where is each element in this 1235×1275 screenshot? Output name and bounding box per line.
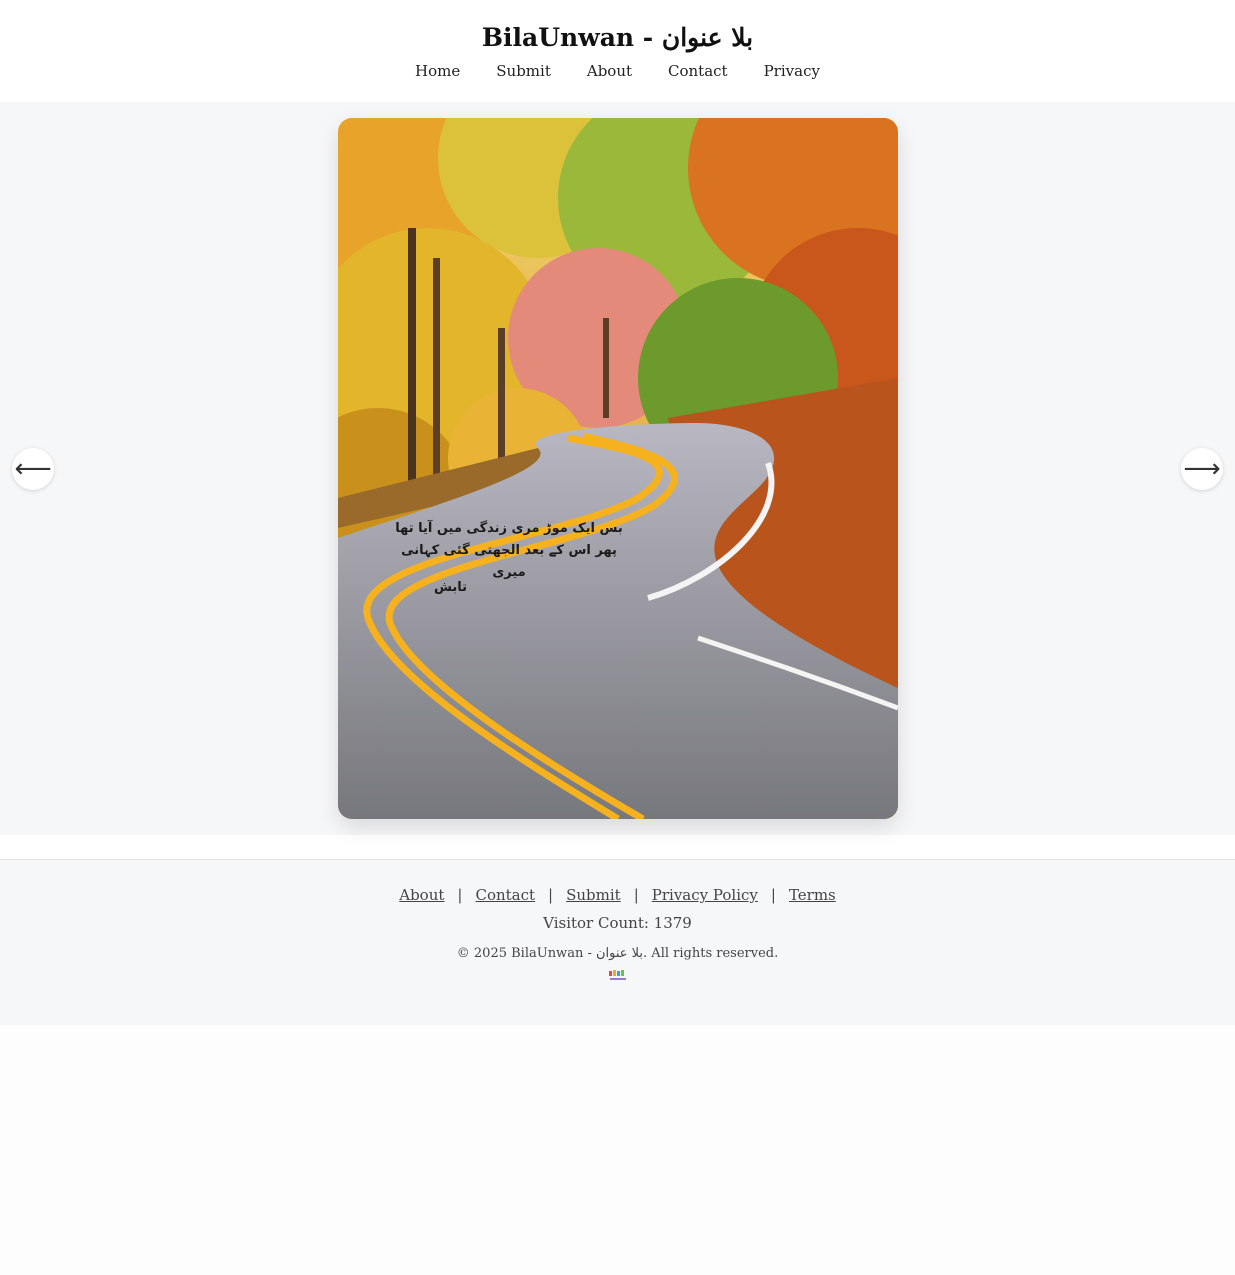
poem-line: بس ایک موڑ مری زندگی میں آیا تھا [395,521,623,536]
autumn-road-illustration [338,118,898,819]
footer-separator: | [548,886,554,904]
site-header: BilaUnwan - بلا عنوان Home Submit About … [0,0,1235,102]
footer-submit-link[interactable]: Submit [566,886,621,904]
footer-contact-link[interactable]: Contact [475,886,535,904]
nav-contact-link[interactable]: Contact [650,62,746,80]
image-carousel: ⟵ بس ایک موڑ مری زندگی میں آیا تھا پھر ا… [0,102,1235,835]
poem-line: پھر اس کے بعد الجھتی گئی کہانی میری [401,543,617,580]
copyright-text: © 2025 BilaUnwan - بلا عنوان. All rights… [456,946,779,961]
arrow-right-icon[interactable]: ⟶ [1181,448,1223,490]
footer-separator: | [633,886,639,904]
poetry-slide-image: بس ایک موڑ مری زندگی میں آیا تھا پھر اس … [338,118,898,819]
site-logo-icon [608,970,626,980]
nav-privacy-link[interactable]: Privacy [746,62,838,80]
section-divider [0,835,1235,860]
footer-about-link[interactable]: About [399,886,444,904]
footer-terms-link[interactable]: Terms [789,886,836,904]
nav-submit-link[interactable]: Submit [478,62,569,80]
footer-privacy-policy-link[interactable]: Privacy Policy [652,886,758,904]
visitor-count: Visitor Count: 1379 [543,914,692,932]
arrow-left-icon[interactable]: ⟵ [12,448,54,490]
footer-separator: | [770,886,776,904]
site-footer: About | Contact | Submit | Privacy Policy | Term… [0,860,1235,1025]
main-nav: Home Submit About Contact Privacy [397,62,838,80]
poem-author: تابش [434,580,468,595]
footer-separator: | [457,886,463,904]
nav-home-link[interactable]: Home [397,62,478,80]
poem-verse: بس ایک موڑ مری زندگی میں آیا تھا پھر اس … [394,518,624,584]
nav-about-link[interactable]: About [569,62,650,80]
site-title[interactable]: BilaUnwan - بلا عنوان [482,22,753,54]
footer-links: About | Contact | Submit | Privacy Policy | Term… [399,886,836,904]
